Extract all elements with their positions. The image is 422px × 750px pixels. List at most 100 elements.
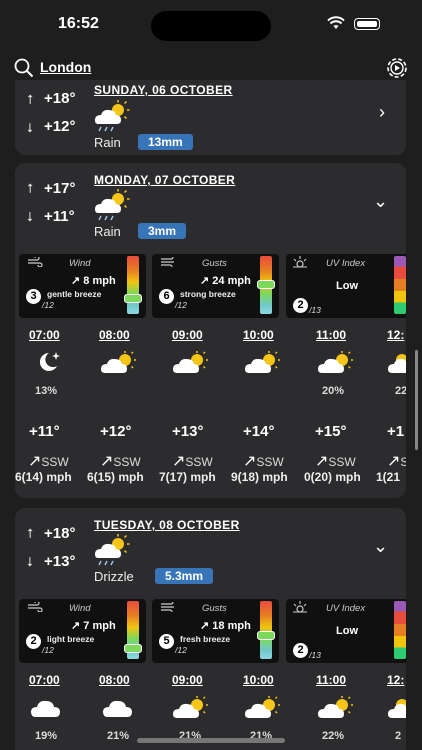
day-card-monday[interactable]: MONDAY, 07 OCTOBER ⭡ +17° ⭣ +11° Rain 3m… (15, 163, 406, 498)
cloud-icon (31, 700, 60, 717)
hour-time: 10:00 (243, 328, 274, 342)
hour-time: 12: (387, 328, 405, 342)
hour-time: 09:00 (172, 673, 203, 687)
search-icon[interactable] (14, 58, 34, 78)
uv-scale (394, 601, 406, 659)
wind-speed: 9(18) mph (231, 470, 288, 484)
gusts-scale (260, 601, 272, 659)
wind-direction: ↗S (387, 453, 406, 470)
chevron-right-icon[interactable]: › (379, 102, 385, 123)
gusts-panel: Gusts ↗ 24 mph strong breeze 6 /12 (152, 254, 279, 318)
wind-scale-marker (124, 294, 142, 303)
uv-scale (394, 256, 406, 314)
precip-chance: 2 (395, 730, 402, 742)
low-arrow-icon: ⭣ (27, 554, 34, 569)
uv-max: /13 (309, 305, 321, 315)
uv-index-number: 2 (293, 298, 308, 313)
precip-chance: 20% (322, 385, 345, 397)
cloud-sun-icon (101, 351, 136, 373)
day-date: SUNDAY, 06 OCTOBER (94, 83, 233, 97)
day-low: +11° (44, 208, 75, 225)
uv-panel: UV Index Low 2 /13 (286, 599, 406, 663)
moon-icon (39, 352, 60, 371)
beaufort-max: /12 (42, 645, 54, 655)
wind-arrow-icon: ↗ (243, 453, 257, 470)
status-bar: 16:52 (0, 0, 422, 50)
wind-speed: 6(14) mph (15, 470, 72, 484)
day-low: +13° (44, 553, 76, 570)
precip-badge: 3mm (138, 223, 187, 239)
day-condition: Rain (94, 224, 121, 239)
wind-arrow-icon: ↗ (387, 453, 401, 470)
day-low: +12° (44, 118, 76, 135)
hour-temp: +13° (172, 423, 204, 440)
gusts-title: Gusts (202, 258, 227, 269)
gust-icon (161, 602, 174, 612)
precip-chance: 13% (35, 385, 58, 397)
wind-direction: ↗SSW (315, 453, 356, 470)
day-card-tuesday[interactable]: TUESDAY, 08 OCTOBER ⭡ +18° ⭣ +13° Drizzl… (15, 508, 406, 750)
day-high: +18° (44, 525, 76, 542)
cloud-sun-icon (388, 354, 406, 373)
hour-time: 10:00 (243, 673, 274, 687)
wind-direction: ↗SSW (172, 453, 213, 470)
precip-badge: 5.3mm (155, 568, 214, 584)
city-link[interactable]: London (40, 59, 91, 75)
wind-arrow-icon: ↗ (315, 453, 329, 470)
day-high: +17° (44, 180, 76, 197)
hour-time: 09:00 (172, 328, 203, 342)
precip-chance: 21% (107, 730, 130, 742)
hour-time: 12: (387, 673, 405, 687)
wind-speed: 7(17) mph (159, 470, 216, 484)
wind-panel: Wind ↗ 7 mph light breeze 2 /12 (19, 599, 146, 663)
low-arrow-icon: ⭣ (27, 120, 34, 135)
cloud-sun-icon (173, 696, 208, 718)
wind-value: ↗ 8 mph (71, 275, 116, 287)
home-indicator[interactable] (137, 738, 285, 743)
hour-time: 11:00 (316, 328, 347, 342)
gusts-value: ↗ 24 mph (200, 275, 251, 287)
wind-scale (127, 256, 139, 314)
chevron-down-icon[interactable]: ⌄ (373, 536, 388, 557)
day-card-sunday[interactable]: SUNDAY, 06 OCTOBER ⭡ +18° ⭣ +12° Rain 13… (15, 80, 406, 155)
hour-time: 11:00 (316, 673, 347, 687)
wind-icon (28, 602, 43, 612)
high-arrow-icon: ⭡ (27, 526, 34, 541)
wind-arrow-icon: ↗ (28, 453, 42, 470)
day-condition: Drizzle (94, 569, 134, 584)
day-high: +18° (44, 90, 76, 107)
uv-title: UV Index (326, 603, 366, 614)
wind-speed: 0(20) mph (304, 470, 361, 484)
cloud-sun-icon (318, 696, 353, 718)
battery-icon (354, 18, 380, 30)
precip-badge: 13mm (138, 134, 193, 150)
rain-sun-icon (95, 189, 130, 221)
scroll-indicator[interactable] (415, 350, 418, 450)
uv-panel: UV Index Low 2 /13 (286, 254, 406, 318)
gusts-scale-marker (257, 280, 275, 289)
gusts-panel: Gusts ↗ 18 mph fresh breeze 5 /12 (152, 599, 279, 663)
hour-temp: +11° (29, 423, 60, 440)
day-condition: Rain (94, 135, 121, 150)
wind-panel: Wind ↗ 8 mph gentle breeze 3 /12 (19, 254, 146, 318)
beaufort-max: /12 (42, 300, 54, 310)
chevron-down-icon[interactable]: ⌄ (373, 191, 388, 212)
settings-gear-icon[interactable] (385, 56, 409, 80)
precip-chance: 22% (322, 730, 345, 742)
wind-title: Wind (69, 258, 91, 269)
uv-value: Low (336, 280, 358, 292)
gusts-scale-marker (257, 631, 275, 640)
uv-sun-icon (293, 256, 307, 268)
gusts-desc: fresh breeze (180, 634, 231, 644)
hour-time: 07:00 (29, 673, 60, 687)
day-date: TUESDAY, 08 OCTOBER (94, 518, 240, 532)
hour-temp: +1 (387, 423, 405, 440)
wind-icon (28, 257, 43, 267)
low-arrow-icon: ⭣ (27, 209, 34, 224)
gusts-force-number: 6 (159, 289, 174, 304)
wind-desc: gentle breeze (47, 289, 102, 299)
cloud-sun-icon (245, 351, 280, 373)
beaufort-number: 2 (26, 634, 41, 649)
day-date: MONDAY, 07 OCTOBER (94, 173, 236, 187)
cloud-icon (103, 700, 132, 717)
